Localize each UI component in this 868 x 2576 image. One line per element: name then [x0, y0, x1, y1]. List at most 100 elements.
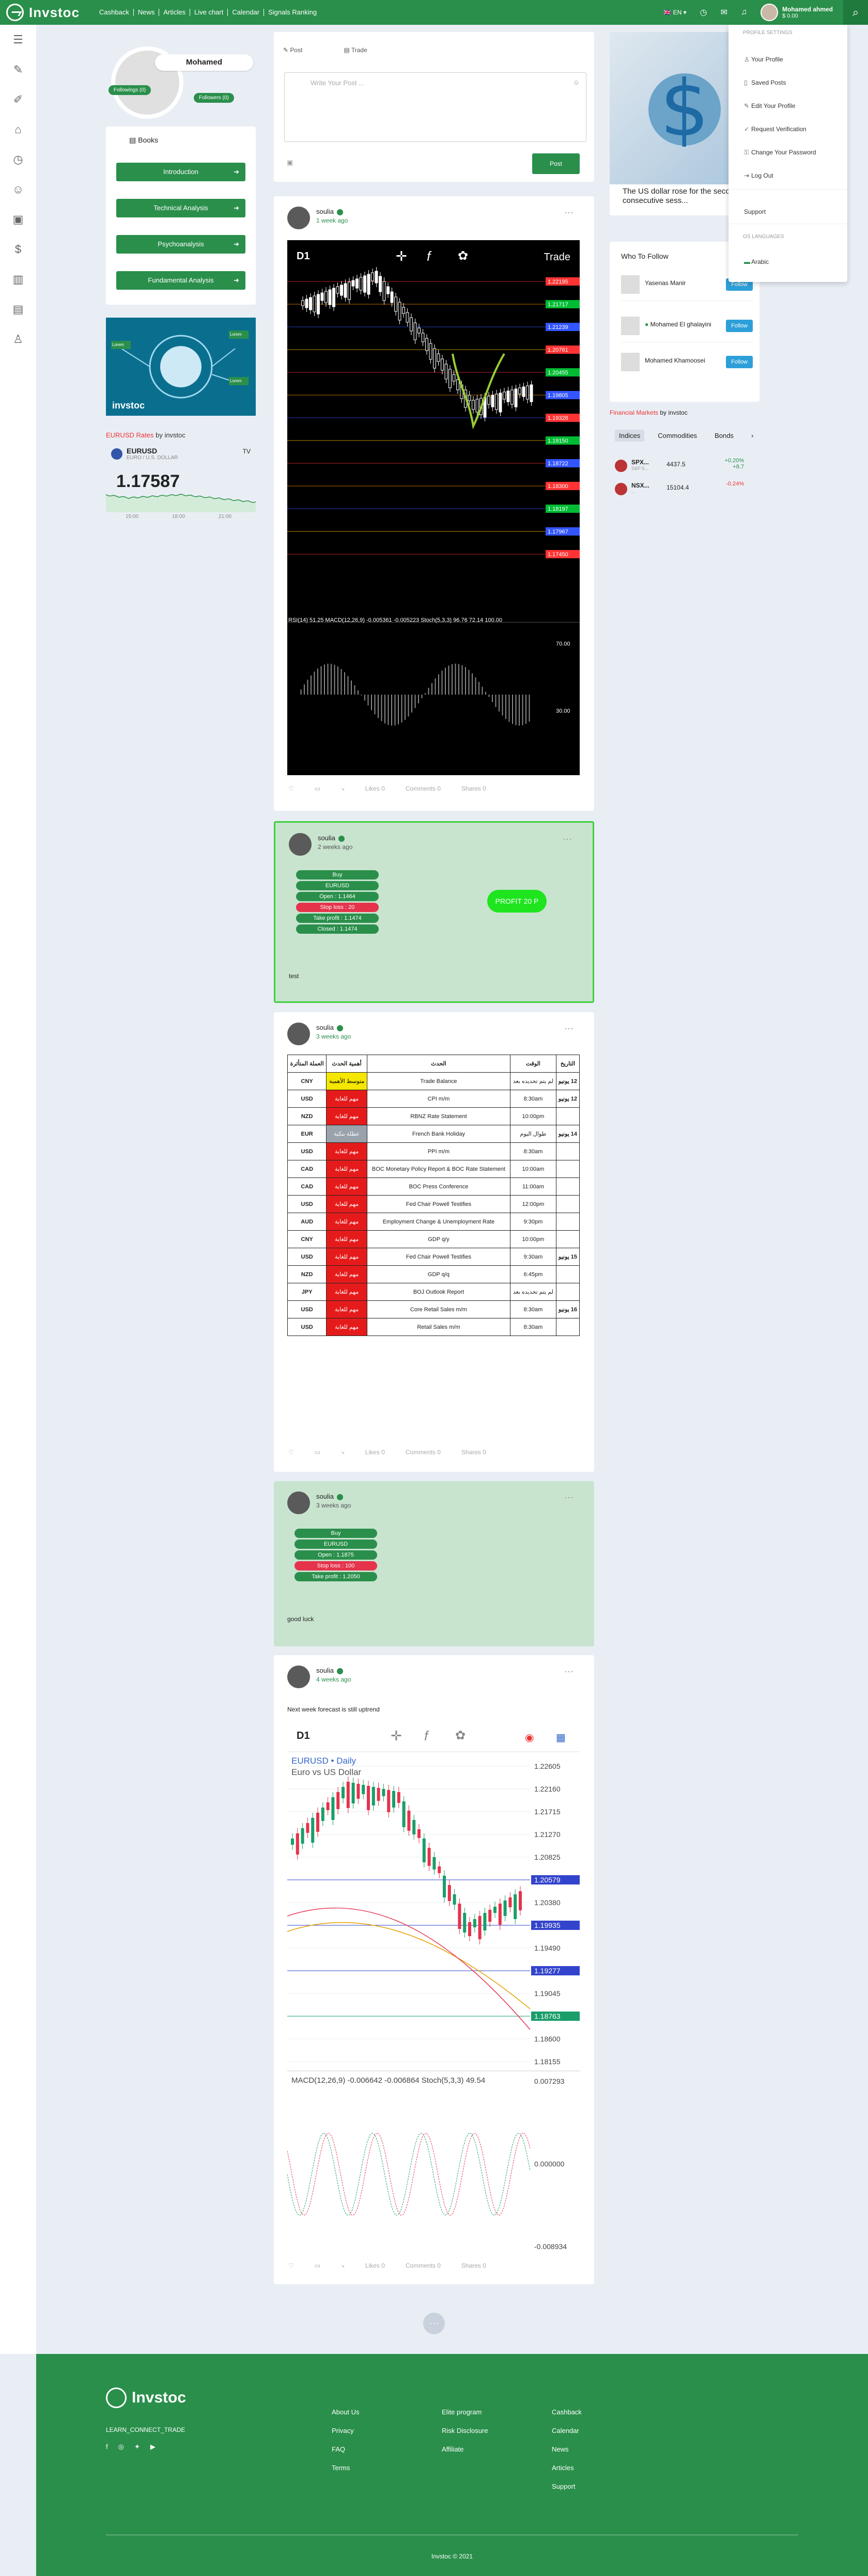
tab-bonds[interactable]: Bonds	[710, 430, 738, 442]
menu-saved-posts[interactable]: ▯ Saved Posts	[744, 79, 786, 86]
chart-image-2[interactable]: 1.22605 1.22160 1.21715 1.21270 1.20825 1.205…	[287, 1720, 580, 2250]
comment-icon[interactable]: ▭	[315, 2262, 320, 2270]
chevron-right-icon[interactable]: ›	[747, 430, 757, 442]
book-technical-analysis[interactable]: Technical Analysis ➜	[116, 199, 245, 217]
bell-icon[interactable]: ♫	[741, 8, 747, 17]
user-icon[interactable]: ♙	[0, 324, 36, 354]
footer-link[interactable]: Risk Disclosure	[442, 2427, 488, 2434]
tab-commodities[interactable]: Commodities	[654, 430, 701, 442]
comments-count[interactable]: Comments 0	[406, 2262, 441, 2270]
footer-link[interactable]: News	[552, 2445, 582, 2453]
share-icon[interactable]: ⤷	[341, 1449, 345, 1456]
youtube-icon[interactable]: ▶	[150, 2443, 156, 2451]
chart-image-1[interactable]: 1.22195 1.21717 1.21239 1.20761 1.20455 1.198…	[287, 240, 580, 775]
menu-change-password[interactable]: ⚿ Change Your Password	[744, 149, 816, 156]
twitter-icon[interactable]: ✦	[134, 2443, 140, 2451]
likes-count[interactable]: Likes 0	[365, 2262, 385, 2270]
post-button[interactable]: Post	[532, 153, 580, 174]
shares-count[interactable]: Shares 0	[461, 785, 486, 793]
book-psychoanalysis[interactable]: Psychoanalysis ➜	[116, 235, 245, 254]
nav-articles[interactable]: Articles	[159, 9, 190, 16]
menu-language-arabic[interactable]: ▬ Arabic	[744, 258, 769, 265]
book-fundamental-analysis[interactable]: Fundamental Analysis ➜	[116, 271, 245, 290]
suggested-user-name[interactable]: Yasenas Manir	[645, 279, 686, 287]
post-avatar[interactable]	[289, 833, 312, 856]
ad-banner[interactable]: Lorem Lorem Lorem invstoc	[106, 318, 256, 416]
book-icon[interactable]: ▤	[0, 294, 36, 324]
share-icon[interactable]: ⤷	[341, 2262, 345, 2270]
markets-title[interactable]: Financial Markets	[610, 409, 658, 416]
footer-link[interactable]: Affiliate	[442, 2445, 488, 2453]
menu-your-profile[interactable]: ♙ Your Profile	[744, 56, 783, 63]
shares-count[interactable]: Shares 0	[461, 1449, 486, 1456]
post-avatar[interactable]	[287, 207, 310, 229]
footer-link[interactable]: Cashback	[552, 2408, 582, 2416]
suggested-user-name[interactable]: Mohamed Khamoosei	[645, 357, 705, 364]
comments-count[interactable]: Comments 0	[406, 1449, 441, 1456]
footer-link[interactable]: Elite program	[442, 2408, 488, 2416]
index-row[interactable]: NSX...... 15104.4 -0.24%	[615, 479, 754, 499]
camera-icon[interactable]: ▣	[287, 159, 293, 167]
follow-button[interactable]: Follow	[726, 320, 753, 332]
likes-count[interactable]: Likes 0	[365, 785, 385, 793]
economic-calendar-image[interactable]: التاريخ الوقت الحدث أهمية الحدث العملة المتأ…	[287, 1055, 580, 1436]
instagram-icon[interactable]: ◎	[118, 2443, 124, 2451]
footer-link[interactable]: Terms	[332, 2464, 359, 2472]
chat-icon[interactable]: ✉	[721, 7, 727, 18]
followers-badge[interactable]: Followers (0)	[194, 93, 234, 103]
post-avatar[interactable]	[287, 1491, 310, 1514]
footer-link[interactable]: Support	[552, 2483, 582, 2490]
footer-link[interactable]: Articles	[552, 2464, 582, 2472]
menu-edit-profile[interactable]: ✎ Edit Your Profile	[744, 102, 795, 109]
book-introduction[interactable]: Introduction ➜	[116, 163, 245, 181]
shares-count[interactable]: Shares 0	[461, 2262, 486, 2270]
share-icon[interactable]: ⤷	[341, 785, 345, 793]
edit-icon[interactable]: ✎	[0, 55, 36, 85]
language-selector[interactable]: 🇬🇧 EN ▾	[663, 9, 686, 16]
clock-icon[interactable]: ◷	[700, 7, 707, 18]
user-menu[interactable]: Mohamed ahmed $ 0.00	[760, 4, 833, 21]
post-avatar[interactable]	[287, 1666, 310, 1688]
brand-logo[interactable]: Invstoc	[6, 4, 80, 21]
tab-trade[interactable]: ▤ Trade	[344, 46, 388, 54]
building-icon[interactable]: ▥	[0, 264, 36, 294]
facebook-icon[interactable]: f	[106, 2443, 108, 2451]
clock-icon[interactable]: ◷	[0, 145, 36, 175]
users-icon[interactable]: ☺	[0, 175, 36, 205]
nav-news[interactable]: News	[134, 9, 160, 16]
more-icon[interactable]: ⋯	[564, 208, 574, 218]
comment-icon[interactable]: ▭	[315, 785, 320, 793]
more-icon[interactable]: ⋯	[564, 1493, 574, 1503]
tab-indices[interactable]: Indices	[615, 430, 645, 442]
like-icon[interactable]: ♡	[288, 2262, 294, 2270]
briefcase-icon[interactable]: ▣	[0, 205, 36, 234]
pair-info[interactable]: EURUSD EURO / U.S. DOLLAR	[111, 447, 178, 461]
footer-link[interactable]: FAQ	[332, 2445, 359, 2453]
more-icon[interactable]: ⋯	[563, 834, 572, 845]
post-avatar[interactable]	[287, 1023, 310, 1045]
footer-link[interactable]: Calendar	[552, 2427, 582, 2434]
like-icon[interactable]: ♡	[288, 785, 294, 793]
emoji-icon[interactable]: ☺	[573, 78, 580, 86]
search-icon[interactable]: ⌕	[843, 0, 868, 25]
tab-post[interactable]: ✎ Post	[283, 46, 323, 54]
nav-cashback[interactable]: Cashback	[95, 9, 134, 16]
dollar-icon[interactable]: $	[0, 234, 36, 264]
menu-log-out[interactable]: ⇥ Log Out	[744, 172, 773, 179]
post-input[interactable]: Write Your Post ...	[284, 72, 586, 142]
nav-calendar[interactable]: Calendar	[228, 9, 265, 16]
profile-name[interactable]: Mohamed	[155, 54, 253, 71]
nav-live-chart[interactable]: Live chart	[190, 9, 228, 16]
widget-pair-link[interactable]: EURUSD	[106, 431, 134, 439]
menu-support[interactable]: Support	[744, 208, 766, 215]
follow-button[interactable]: Follow	[726, 356, 753, 368]
footer-link[interactable]: Privacy	[332, 2427, 359, 2434]
pen-icon[interactable]: ✐	[0, 85, 36, 115]
comments-count[interactable]: Comments 0	[406, 785, 441, 793]
like-icon[interactable]: ♡	[288, 1449, 294, 1456]
comment-icon[interactable]: ▭	[315, 1449, 320, 1456]
index-row[interactable]: SPX... S&P 5... 4437.5 +0.20% +8.7	[615, 455, 754, 476]
footer-link[interactable]: About Us	[332, 2408, 359, 2416]
load-more-button[interactable]: ⋯	[423, 2313, 445, 2334]
likes-count[interactable]: Likes 0	[365, 1449, 385, 1456]
